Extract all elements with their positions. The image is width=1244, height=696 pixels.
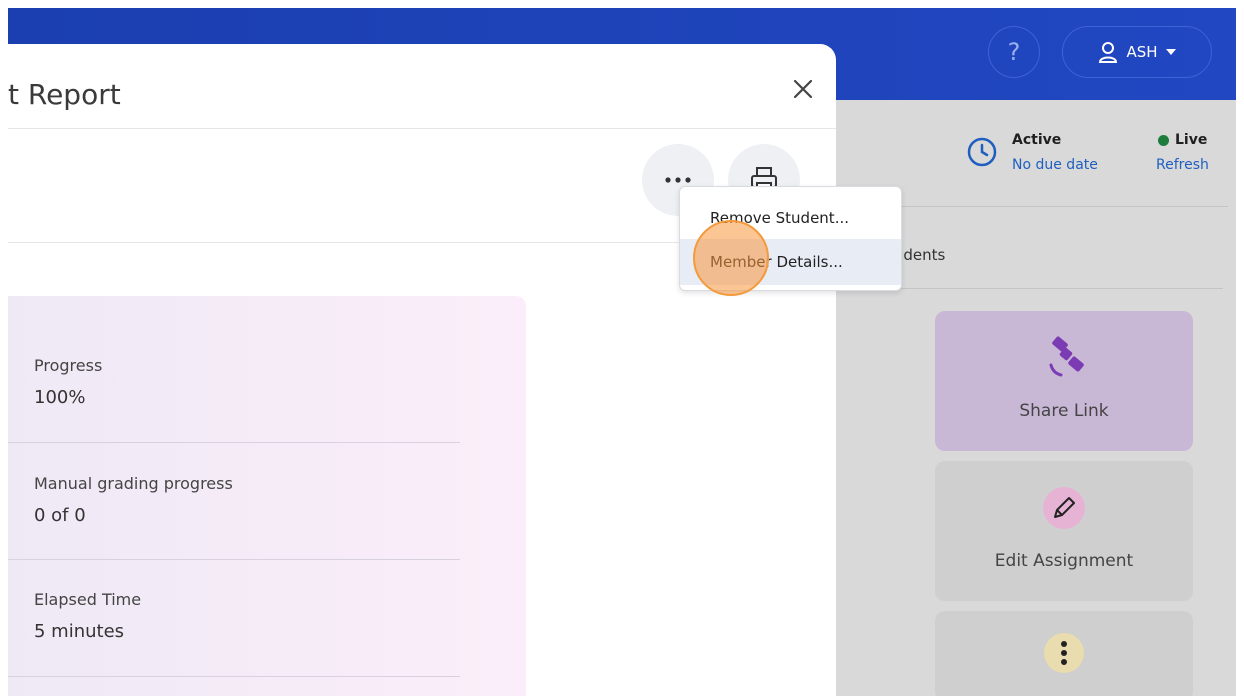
satellite-icon bbox=[1039, 333, 1089, 383]
user-name: ASH bbox=[1126, 43, 1158, 61]
stat-value: 0 of 0 bbox=[34, 505, 86, 526]
stat-label: Manual grading progress bbox=[34, 474, 233, 493]
close-button[interactable] bbox=[786, 72, 820, 106]
stat-label: Progress bbox=[34, 356, 103, 375]
due-date-link[interactable]: No due date bbox=[1012, 157, 1098, 173]
live-dot-icon bbox=[1158, 134, 1169, 146]
stat-value: 100% bbox=[34, 387, 86, 408]
click-highlight-marker bbox=[693, 220, 769, 296]
screenshot-frame: ? ASH Active No due date Live Refresh tu… bbox=[8, 8, 1236, 696]
close-icon bbox=[793, 79, 813, 99]
pencil-icon bbox=[1043, 487, 1085, 529]
edit-assignment-card[interactable]: Edit Assignment bbox=[935, 461, 1193, 601]
vertical-dots-icon bbox=[1044, 633, 1084, 673]
header-divider bbox=[8, 128, 836, 129]
user-menu-button[interactable]: ASH bbox=[1062, 26, 1212, 78]
live-indicator: Live bbox=[1158, 132, 1207, 148]
stat-elapsed-time: Elapsed Time 5 minutes bbox=[34, 590, 141, 642]
stats-panel: Progress 100% Manual grading progress 0 … bbox=[8, 296, 526, 696]
caret-down-icon bbox=[1165, 49, 1176, 55]
refresh-link[interactable]: Refresh bbox=[1156, 157, 1209, 173]
stat-divider bbox=[8, 442, 460, 443]
user-icon bbox=[1099, 42, 1118, 63]
live-label: Live bbox=[1175, 132, 1208, 148]
stat-manual-grading: Manual grading progress 0 of 0 bbox=[34, 474, 233, 526]
help-button[interactable]: ? bbox=[988, 26, 1040, 78]
stat-divider bbox=[8, 559, 460, 560]
edit-assignment-label: Edit Assignment bbox=[994, 551, 1134, 571]
ellipsis-icon bbox=[665, 177, 691, 183]
clock-icon bbox=[967, 137, 997, 167]
assignment-state: Active bbox=[1012, 132, 1062, 148]
student-report-dialog: t Report Progress 100% Manual grading pr… bbox=[8, 44, 836, 696]
help-icon: ? bbox=[1007, 38, 1021, 66]
stat-label: Elapsed Time bbox=[34, 590, 142, 609]
stat-divider bbox=[8, 676, 460, 677]
stat-progress: Progress 100% bbox=[34, 356, 102, 408]
more-actions-card[interactable] bbox=[935, 611, 1193, 696]
share-link-label: Share Link bbox=[1019, 401, 1109, 421]
pencil-icon-wrap bbox=[1039, 483, 1089, 533]
dialog-title: t Report bbox=[8, 78, 121, 111]
stat-value: 5 minutes bbox=[34, 621, 125, 642]
share-link-card[interactable]: Share Link bbox=[935, 311, 1193, 451]
